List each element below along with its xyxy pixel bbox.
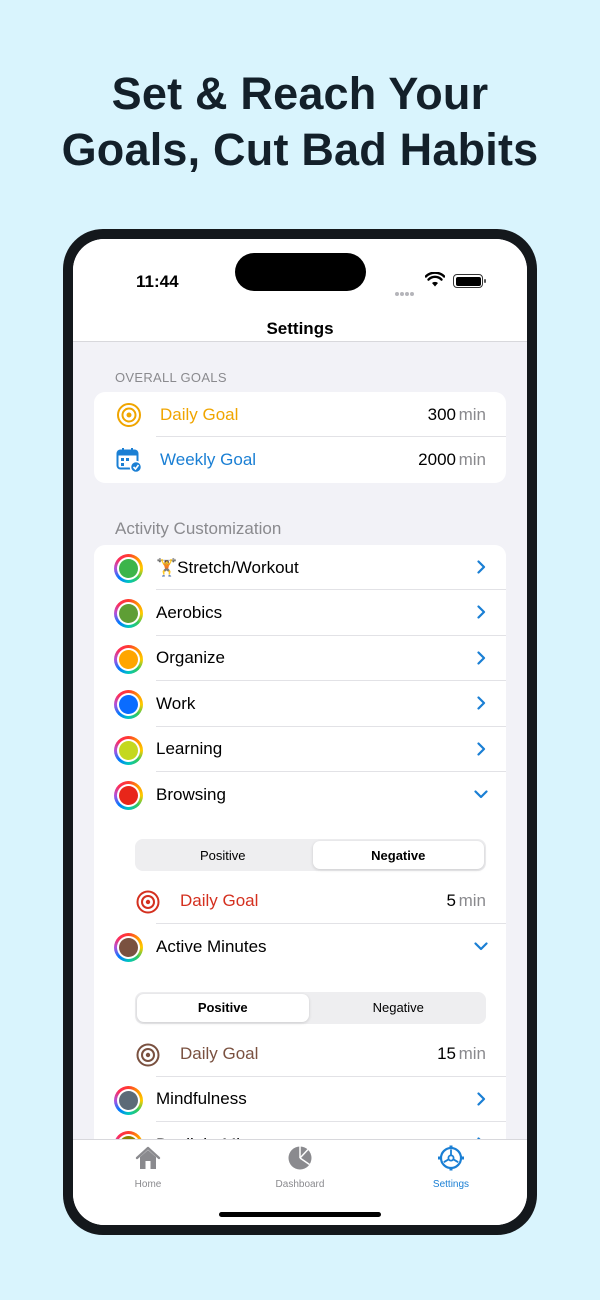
gear-icon [438, 1145, 464, 1171]
tab-settings[interactable]: Settings [396, 1145, 506, 1190]
phone-screen: 11:44 Settings OVERALL GOALS Daily Goal … [73, 239, 527, 1225]
activity-color-ring [114, 690, 143, 720]
top-bar: 11:44 Settings [73, 239, 527, 342]
daily-goal-unit: min [458, 404, 486, 424]
dynamic-island [235, 253, 366, 291]
activity-label: Active Minutes [156, 937, 267, 957]
activity-row-daylight-minutes[interactable]: Daylight Minutes [94, 1122, 506, 1139]
battery-icon [453, 274, 486, 288]
tab-settings-label: Settings [432, 1179, 470, 1190]
headline-line-2: Goals, Cut Bad Habits [61, 124, 539, 175]
segment-negative[interactable]: Negative [313, 994, 485, 1022]
chevron-right-icon [477, 696, 486, 710]
house-icon [135, 1146, 161, 1169]
headline-line-1: Set & Reach Your [111, 68, 489, 119]
activity-label: Aerobics [156, 603, 223, 623]
activity-goal-unit: min [458, 891, 486, 911]
activity-goal-label: Daily Goal [180, 1043, 259, 1063]
activity-color-ring [114, 735, 143, 765]
activity-label: Browsing [156, 784, 226, 804]
wifi-icon [425, 272, 445, 287]
segment-row: Positive Negative [94, 970, 506, 1032]
daily-goal-label: Daily Goal [160, 404, 239, 424]
daily-goal-value[interactable]: 300 [428, 405, 456, 425]
positive-negative-segmented-control: Positive Negative [135, 991, 486, 1024]
segment-positive[interactable]: Positive [137, 993, 309, 1022]
activity-label: Learning [156, 739, 223, 759]
activity-label: 🏋️Stretch/Workout [156, 557, 299, 577]
activity-color-ring [114, 1085, 143, 1115]
activity-row-learning[interactable]: Learning [94, 727, 506, 772]
target-icon [136, 890, 160, 914]
target-icon [136, 1043, 160, 1067]
activity-color-ring [114, 599, 143, 629]
tab-dashboard[interactable]: Dashboard [245, 1145, 355, 1190]
activity-row-aerobics[interactable]: Aerobics [94, 590, 506, 636]
chevron-down-icon [474, 790, 488, 799]
positive-negative-segmented-control: Positive Negative [135, 839, 486, 872]
activity-color-ring [114, 554, 143, 583]
activity-card: 🏋️Stretch/Workout Aerobics Organize Work Lea… [94, 545, 506, 1139]
tab-bar: Home Dashboard Settings [73, 1139, 527, 1225]
daily-goal-row[interactable]: Daily Goal 300 min [94, 392, 506, 438]
activity-row-mindfulness[interactable]: Mindfulness [94, 1077, 506, 1123]
activity-row-browsing[interactable]: Browsing [94, 772, 506, 817]
chevron-right-icon [477, 651, 486, 665]
activity-color-ring [114, 780, 143, 810]
chevron-right-icon [477, 1092, 486, 1106]
status-time: 11:44 [136, 272, 179, 291]
segment-negative[interactable]: Negative [312, 841, 484, 870]
calendar-icon [116, 448, 142, 474]
home-indicator [219, 1212, 381, 1217]
tab-home[interactable]: Home [93, 1145, 203, 1190]
weekly-goal-value[interactable]: 2000 [418, 450, 456, 470]
activity-row-active-minutes[interactable]: Active Minutes [94, 924, 506, 969]
nav-title: Settings [266, 319, 334, 338]
activity-goal-label: Daily Goal [180, 891, 259, 911]
activity-row-stretch-workout[interactable]: 🏋️Stretch/Workout [94, 545, 506, 591]
chevron-right-icon [477, 741, 486, 756]
pie-chart-icon [288, 1146, 312, 1170]
chevron-right-icon [477, 605, 486, 619]
overall-goals-header: OVERALL GOALS [115, 370, 227, 385]
weekly-goal-unit: min [458, 450, 486, 470]
activity-daily-goal-row[interactable]: Daily Goal 15 min [94, 1032, 506, 1077]
activity-label: Work [156, 693, 196, 713]
activity-label: Mindfulness [156, 1089, 247, 1109]
overall-goals-card: Daily Goal 300 min Weekly Goal 2000 min [94, 392, 506, 483]
activity-goal-unit: min [458, 1043, 486, 1063]
target-icon [117, 403, 141, 427]
activity-row-organize[interactable]: Organize [94, 636, 506, 682]
activity-color-ring [114, 644, 143, 674]
phone-frame: 11:44 Settings OVERALL GOALS Daily Goal … [63, 229, 537, 1235]
weekly-goal-label: Weekly Goal [160, 450, 257, 470]
chevron-down-icon [474, 942, 488, 951]
weekly-goal-row[interactable]: Weekly Goal 2000 min [94, 437, 506, 482]
chevron-right-icon [477, 560, 486, 574]
tab-dashboard-label: Dashboard [275, 1179, 325, 1190]
activity-daily-goal-row[interactable]: Daily Goal 5 min [94, 879, 506, 925]
cellular-signal-icon [395, 283, 415, 301]
segment-positive[interactable]: Positive [137, 841, 309, 869]
headline: Set & Reach Your Goals, Cut Bad Habits [0, 66, 600, 178]
tab-home-label: Home [134, 1179, 162, 1190]
activity-label: Organize [156, 648, 225, 668]
activity-color-ring [114, 933, 143, 963]
activity-customization-header: Activity Customization [115, 519, 282, 538]
segment-row: Positive Negative [94, 817, 506, 879]
activity-goal-value[interactable]: 15 [437, 1044, 456, 1064]
activity-goal-value[interactable]: 5 [447, 891, 456, 911]
activity-color-ring [114, 1131, 143, 1139]
activity-row-work[interactable]: Work [94, 681, 506, 727]
